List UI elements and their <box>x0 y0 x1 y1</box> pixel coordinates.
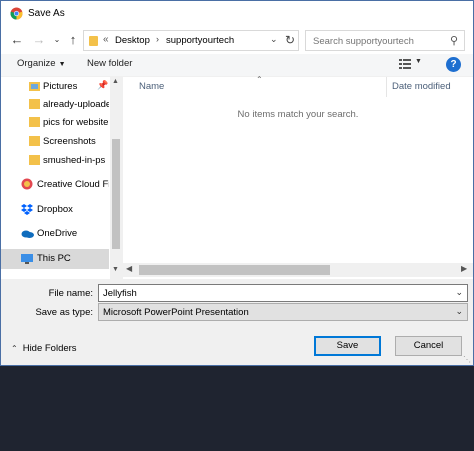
breadcrumb-desktop[interactable]: Desktop <box>115 35 150 46</box>
sidebar-item-label: Dropbox <box>37 204 73 215</box>
empty-state-message: No items match your search. <box>237 109 359 120</box>
save-type-select[interactable]: Microsoft PowerPoint Presentation ⌄ <box>98 303 468 321</box>
sidebar-item-creative-cloud-files[interactable]: Creative Cloud Fil <box>1 175 109 195</box>
sidebar-item-dropbox[interactable]: Dropbox <box>1 200 109 220</box>
back-arrow-icon[interactable]: ← <box>9 31 25 49</box>
scroll-left-icon[interactable]: ◀ <box>126 264 132 273</box>
breadcrumb-separator-icon[interactable]: › <box>156 34 159 44</box>
folder-icon <box>29 99 40 109</box>
file-list[interactable]: ⌃ Name Date modified No items match your… <box>123 75 473 279</box>
search-box[interactable]: ⚲ <box>305 30 465 51</box>
sidebar-item-already-uploade[interactable]: already-uploade <box>1 95 109 115</box>
scroll-right-icon[interactable]: ▶ <box>461 264 467 273</box>
chrome-icon <box>10 7 23 20</box>
taskbar-background <box>0 366 474 451</box>
sidebar-scrollbar[interactable]: ▲ ▼ <box>110 77 122 279</box>
forward-arrow-icon[interactable]: → <box>31 31 47 49</box>
new-folder-button[interactable]: New folder <box>87 58 132 69</box>
save-type-row: Save as type: Microsoft PowerPoint Prese… <box>1 303 473 323</box>
scroll-up-icon[interactable]: ▲ <box>112 78 119 85</box>
sidebar-item-pics-for-website[interactable]: pics for website <box>1 113 109 133</box>
title-bar: Save As <box>1 1 473 27</box>
sidebar-item-label: Screenshots <box>43 136 96 147</box>
file-name-dropdown-icon[interactable]: ⌄ <box>455 287 463 298</box>
sidebar-item-pictures[interactable]: Pictures 📌 <box>1 77 109 97</box>
this-pc-icon <box>21 254 33 264</box>
organize-dropdown-icon: ▼ <box>58 61 66 68</box>
organize-label: Organize <box>17 58 56 69</box>
sidebar-item-smushed-in-ps[interactable]: smushed-in-ps <box>1 151 109 171</box>
refresh-icon[interactable]: ↻ <box>285 33 295 47</box>
command-bar: Organize ▼ New folder ▼ ? <box>1 54 473 76</box>
file-name-label: File name: <box>48 288 93 299</box>
sidebar-item-label: Creative Cloud Fil <box>37 179 109 190</box>
sidebar-item-label: This PC <box>37 253 71 264</box>
sidebar-item-label: already-uploade <box>43 99 109 110</box>
onedrive-icon <box>21 230 34 238</box>
folder-icon <box>29 117 40 127</box>
search-input[interactable] <box>313 34 441 48</box>
column-header-name[interactable]: Name <box>139 81 164 92</box>
pin-icon: 📌 <box>97 80 109 90</box>
folder-icon <box>29 155 40 165</box>
file-name-row: File name: Jellyfish ⌄ <box>1 284 473 304</box>
breadcrumb-supportyourtech[interactable]: supportyourtech <box>166 35 234 46</box>
save-button[interactable]: Save <box>314 336 381 356</box>
navigation-pane[interactable]: Pictures 📌 already-uploade pics for webs… <box>1 77 122 279</box>
navigation-bar: ← → ⌄ ↑ « Desktop › supportyourtech ⌄ ↻ … <box>1 27 473 54</box>
overflow-chevron[interactable]: « <box>103 34 109 45</box>
sidebar-item-this-pc[interactable]: This PC <box>1 249 109 269</box>
column-divider[interactable] <box>386 77 387 97</box>
column-header-date-modified[interactable]: Date modified <box>392 81 451 92</box>
scroll-down-icon[interactable]: ▼ <box>112 266 119 273</box>
sidebar-item-label: pics for website <box>43 117 109 128</box>
scrollbar-thumb[interactable] <box>112 139 120 249</box>
folder-icon <box>89 36 98 46</box>
help-icon[interactable]: ? <box>446 57 461 72</box>
organize-button[interactable]: Organize ▼ <box>17 58 66 69</box>
address-bar[interactable]: « Desktop › supportyourtech ⌄ ↻ <box>83 30 299 51</box>
save-type-label: Save as type: <box>35 307 93 318</box>
address-dropdown-icon[interactable]: ⌄ <box>270 34 278 45</box>
sort-ascending-icon: ⌃ <box>256 75 263 84</box>
up-arrow-icon[interactable]: ↑ <box>65 31 81 49</box>
view-dropdown-icon[interactable]: ▼ <box>415 58 422 65</box>
recent-locations-chevron-icon[interactable]: ⌄ <box>49 31 65 49</box>
sidebar-item-screenshots[interactable]: Screenshots <box>1 132 109 152</box>
sidebar-item-label: OneDrive <box>37 228 78 239</box>
file-name-value[interactable]: Jellyfish <box>103 288 137 299</box>
pictures-icon <box>29 82 40 91</box>
scrollbar-thumb[interactable] <box>139 265 330 275</box>
resize-grip-icon[interactable]: ⋱ <box>463 355 471 364</box>
chevron-up-icon: ⌃ <box>11 344 18 353</box>
creative-cloud-icon <box>21 178 33 190</box>
hide-folders-button[interactable]: ⌃ Hide Folders <box>11 343 77 354</box>
view-options-icon[interactable] <box>399 58 411 70</box>
window-title: Save As <box>28 8 65 19</box>
sidebar-item-label: smushed-in-ps <box>43 155 106 166</box>
sidebar-item-onedrive[interactable]: OneDrive <box>1 224 109 244</box>
save-type-value[interactable]: Microsoft PowerPoint Presentation <box>103 307 249 318</box>
save-type-dropdown-icon[interactable]: ⌄ <box>455 306 463 317</box>
hide-folders-label: Hide Folders <box>22 343 77 354</box>
save-as-dialog: Save As ← → ⌄ ↑ « Desktop › supportyourt… <box>0 0 474 366</box>
search-icon[interactable]: ⚲ <box>450 34 458 47</box>
sidebar-item-label: Pictures <box>43 81 78 92</box>
horizontal-scrollbar[interactable]: ◀ ▶ <box>123 263 473 277</box>
file-name-input[interactable]: Jellyfish ⌄ <box>98 284 468 302</box>
cancel-button[interactable]: Cancel <box>395 336 462 356</box>
folder-icon <box>29 136 40 146</box>
dropbox-icon <box>21 204 33 215</box>
